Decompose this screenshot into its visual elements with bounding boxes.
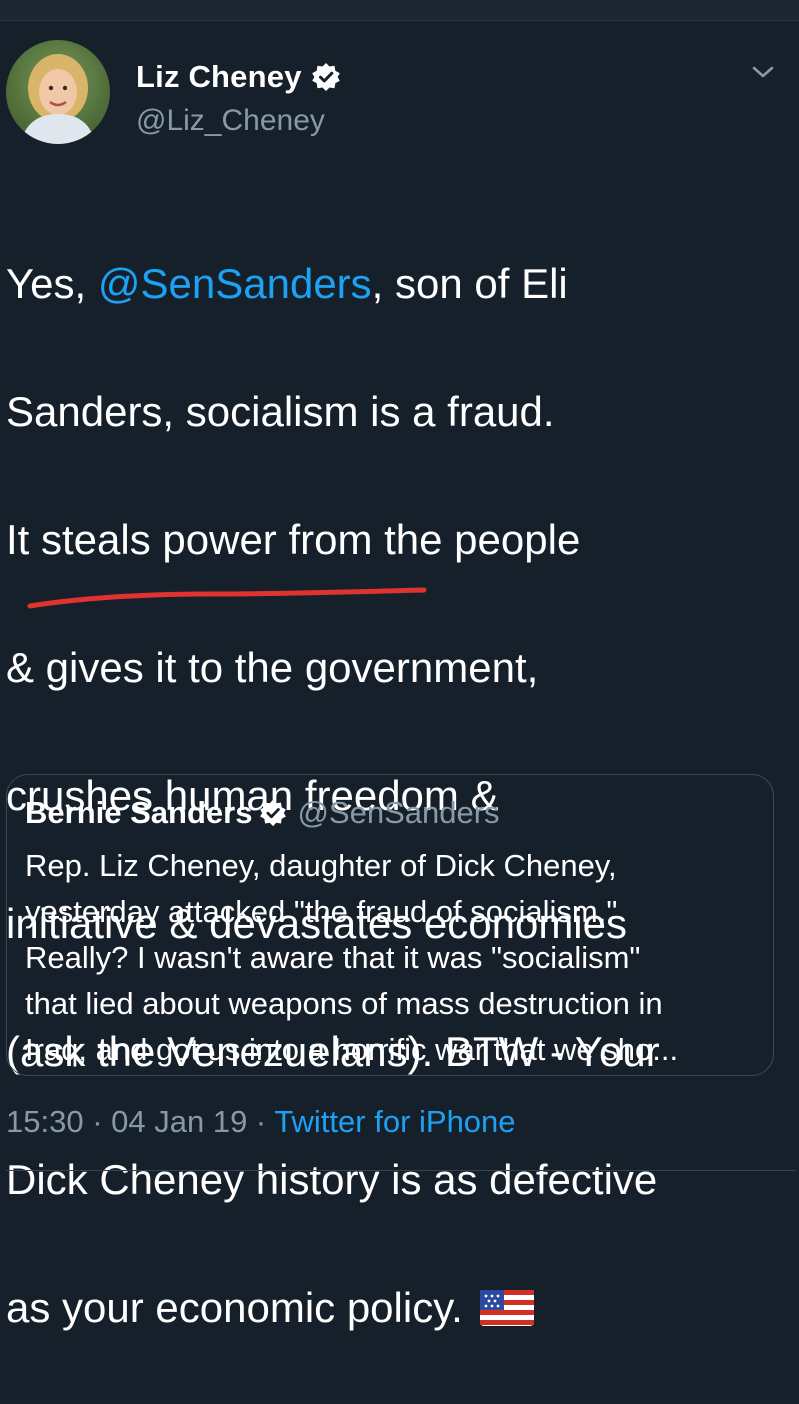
tweet-date[interactable]: 04 Jan 19	[111, 1104, 247, 1139]
tweet-line: It steals power from the people	[6, 516, 581, 563]
tweet-time[interactable]: 15:30	[6, 1104, 84, 1139]
tweet-line: Dick Cheney history is as defective	[6, 1156, 658, 1203]
quoted-tweet-header: Bernie Sanders @SenSanders	[25, 793, 500, 833]
quoted-tweet-line: Really? I wasn't aware that it was "soci…	[25, 940, 641, 975]
verified-badge-icon	[259, 799, 287, 827]
mention-link[interactable]: @SenSanders	[98, 260, 372, 307]
quoted-tweet-card[interactable]: Bernie Sanders @SenSanders Rep. Liz Chen…	[6, 774, 774, 1076]
red-underline-annotation	[22, 582, 432, 616]
author-name-row[interactable]: Liz Cheney	[136, 56, 341, 98]
meta-separator: ·	[247, 1104, 275, 1139]
divider	[6, 1170, 796, 1171]
tweet-text-segment: Yes,	[6, 260, 98, 307]
us-flag-icon	[478, 1282, 536, 1326]
tweet-text-segment: , son of Eli	[371, 260, 568, 307]
tweet-text-segment: as your economic policy.	[6, 1284, 463, 1331]
tweet-meta: 15:30 · 04 Jan 19 · Twitter for iPhone	[6, 1104, 516, 1150]
tweet-line: & gives it to the government,	[6, 644, 539, 691]
tweet-line: Yes, @SenSanders, son of Eli	[6, 252, 796, 316]
tweet-line: Sanders, socialism is a fraud.	[6, 388, 555, 435]
quoted-tweet-line: Rep. Liz Cheney, daughter of Dick Cheney…	[25, 848, 617, 883]
author-handle[interactable]: @Liz_Cheney	[136, 104, 325, 138]
quoted-tweet-line: yesterday attacked "the fraud of sociali…	[25, 894, 618, 929]
tweet-source-link[interactable]: Twitter for iPhone	[274, 1104, 515, 1139]
tweet-line: as your economic policy.	[6, 1276, 796, 1340]
quoted-author-name: Bernie Sanders	[25, 795, 253, 830]
meta-separator: ·	[83, 1104, 112, 1139]
author-display-name[interactable]: Liz Cheney	[136, 59, 302, 95]
profile-photo-icon[interactable]	[6, 40, 110, 144]
chevron-down-icon[interactable]	[750, 62, 776, 82]
quoted-tweet-line: Iraq, and got us into a horrific war tha…	[25, 1032, 679, 1067]
quoted-tweet-line: that lied about weapons of mass destruct…	[25, 986, 663, 1021]
top-strip	[0, 0, 799, 21]
quoted-tweet-text: Rep. Liz Cheney, daughter of Dick Cheney…	[25, 843, 765, 1073]
verified-badge-icon	[311, 62, 341, 92]
quoted-author-handle: @SenSanders	[297, 795, 500, 830]
